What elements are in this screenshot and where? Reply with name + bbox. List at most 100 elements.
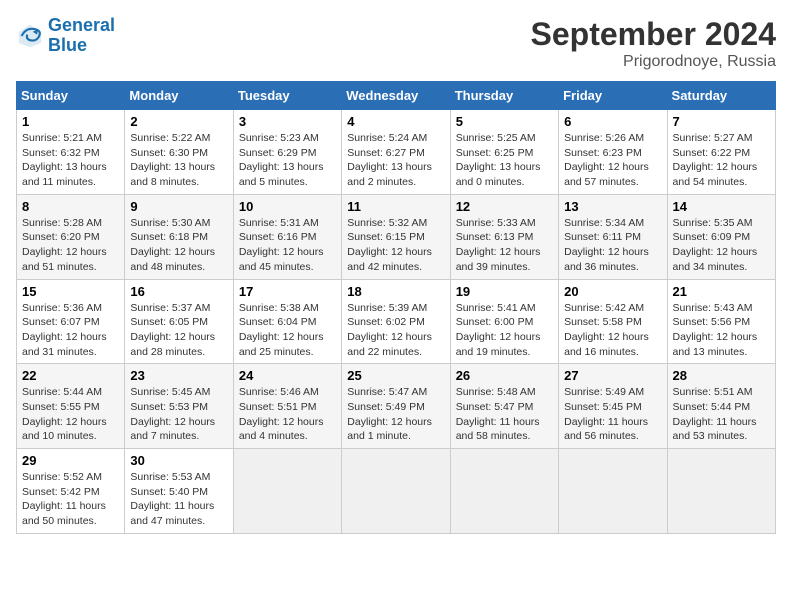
logo: General Blue (16, 16, 115, 56)
day-cell: 14Sunrise: 5:35 AM Sunset: 6:09 PM Dayli… (667, 194, 775, 279)
day-detail: Sunrise: 5:27 AM Sunset: 6:22 PM Dayligh… (673, 131, 770, 190)
day-cell: 30 Sunrise: 5:53 AM Sunset: 5:40 PM Dayli… (125, 449, 233, 534)
day-detail: Sunrise: 5:31 AM Sunset: 6:16 PM Dayligh… (239, 216, 336, 275)
logo-icon (16, 22, 44, 50)
day-number: 2 (130, 114, 227, 129)
day-detail: Sunrise: 5:26 AM Sunset: 6:23 PM Dayligh… (564, 131, 661, 190)
day-number: 21 (673, 284, 770, 299)
day-number: 20 (564, 284, 661, 299)
day-cell: 1 Sunrise: 5:21 AM Sunset: 6:32 PM Daylig… (17, 110, 125, 195)
header-cell-tuesday: Tuesday (233, 82, 341, 110)
day-cell: 28 Sunrise: 5:51 AM Sunset: 5:44 PM Dayli… (667, 364, 775, 449)
logo-text: General Blue (48, 16, 115, 56)
day-detail: Sunrise: 5:47 AM Sunset: 5:49 PM Dayligh… (347, 385, 444, 444)
week-row-1: 1 Sunrise: 5:21 AM Sunset: 6:32 PM Daylig… (17, 110, 776, 195)
day-cell (450, 449, 558, 534)
header-cell-friday: Friday (559, 82, 667, 110)
day-number: 12 (456, 199, 553, 214)
day-detail: Sunrise: 5:51 AM Sunset: 5:44 PM Dayligh… (673, 385, 770, 444)
day-number: 10 (239, 199, 336, 214)
day-detail: Sunrise: 5:28 AM Sunset: 6:20 PM Dayligh… (22, 216, 119, 275)
day-number: 27 (564, 368, 661, 383)
day-detail: Sunrise: 5:52 AM Sunset: 5:42 PM Dayligh… (22, 470, 119, 529)
day-cell: 29 Sunrise: 5:52 AM Sunset: 5:42 PM Dayli… (17, 449, 125, 534)
day-cell: 13Sunrise: 5:34 AM Sunset: 6:11 PM Dayli… (559, 194, 667, 279)
day-detail: Sunrise: 5:36 AM Sunset: 6:07 PM Dayligh… (22, 301, 119, 360)
day-detail: Sunrise: 5:24 AM Sunset: 6:27 PM Dayligh… (347, 131, 444, 190)
day-number: 28 (673, 368, 770, 383)
week-row-3: 15 Sunrise: 5:36 AM Sunset: 6:07 PM Dayli… (17, 279, 776, 364)
day-cell: 27 Sunrise: 5:49 AM Sunset: 5:45 PM Dayli… (559, 364, 667, 449)
day-detail: Sunrise: 5:41 AM Sunset: 6:00 PM Dayligh… (456, 301, 553, 360)
week-row-2: 8 Sunrise: 5:28 AM Sunset: 6:20 PM Daylig… (17, 194, 776, 279)
day-cell: 10 Sunrise: 5:31 AM Sunset: 6:16 PM Dayli… (233, 194, 341, 279)
day-number: 19 (456, 284, 553, 299)
day-cell (559, 449, 667, 534)
logo-line1: General (48, 15, 115, 35)
page-header: General Blue September 2024 Prigorodnoye… (16, 16, 776, 71)
day-detail: Sunrise: 5:30 AM Sunset: 6:18 PM Dayligh… (130, 216, 227, 275)
day-detail: Sunrise: 5:25 AM Sunset: 6:25 PM Dayligh… (456, 131, 553, 190)
day-detail: Sunrise: 5:53 AM Sunset: 5:40 PM Dayligh… (130, 470, 227, 529)
header-cell-wednesday: Wednesday (342, 82, 450, 110)
day-cell: 24Sunrise: 5:46 AM Sunset: 5:51 PM Dayli… (233, 364, 341, 449)
day-cell: 26 Sunrise: 5:48 AM Sunset: 5:47 PM Dayli… (450, 364, 558, 449)
day-cell: 3 Sunrise: 5:23 AM Sunset: 6:29 PM Daylig… (233, 110, 341, 195)
week-row-5: 29 Sunrise: 5:52 AM Sunset: 5:42 PM Dayli… (17, 449, 776, 534)
day-detail: Sunrise: 5:49 AM Sunset: 5:45 PM Dayligh… (564, 385, 661, 444)
day-number: 1 (22, 114, 119, 129)
day-detail: Sunrise: 5:44 AM Sunset: 5:55 PM Dayligh… (22, 385, 119, 444)
day-number: 23 (130, 368, 227, 383)
day-cell: 21Sunrise: 5:43 AM Sunset: 5:56 PM Dayli… (667, 279, 775, 364)
day-number: 18 (347, 284, 444, 299)
day-number: 3 (239, 114, 336, 129)
day-detail: Sunrise: 5:46 AM Sunset: 5:51 PM Dayligh… (239, 385, 336, 444)
day-number: 4 (347, 114, 444, 129)
day-detail: Sunrise: 5:32 AM Sunset: 6:15 PM Dayligh… (347, 216, 444, 275)
day-cell: 5 Sunrise: 5:25 AM Sunset: 6:25 PM Daylig… (450, 110, 558, 195)
day-number: 22 (22, 368, 119, 383)
day-number: 29 (22, 453, 119, 468)
day-number: 8 (22, 199, 119, 214)
header-cell-thursday: Thursday (450, 82, 558, 110)
day-number: 9 (130, 199, 227, 214)
day-number: 15 (22, 284, 119, 299)
day-detail: Sunrise: 5:37 AM Sunset: 6:05 PM Dayligh… (130, 301, 227, 360)
day-cell: 15 Sunrise: 5:36 AM Sunset: 6:07 PM Dayli… (17, 279, 125, 364)
day-number: 6 (564, 114, 661, 129)
title-block: September 2024 Prigorodnoye, Russia (531, 16, 776, 71)
day-number: 16 (130, 284, 227, 299)
day-cell: 4 Sunrise: 5:24 AM Sunset: 6:27 PM Daylig… (342, 110, 450, 195)
day-detail: Sunrise: 5:35 AM Sunset: 6:09 PM Dayligh… (673, 216, 770, 275)
day-cell: 25 Sunrise: 5:47 AM Sunset: 5:49 PM Dayli… (342, 364, 450, 449)
day-cell (342, 449, 450, 534)
logo-line2: Blue (48, 35, 87, 55)
day-number: 11 (347, 199, 444, 214)
day-number: 5 (456, 114, 553, 129)
day-cell: 2 Sunrise: 5:22 AM Sunset: 6:30 PM Daylig… (125, 110, 233, 195)
day-cell: 20Sunrise: 5:42 AM Sunset: 5:58 PM Dayli… (559, 279, 667, 364)
day-cell: 9 Sunrise: 5:30 AM Sunset: 6:18 PM Daylig… (125, 194, 233, 279)
day-cell: 17 Sunrise: 5:38 AM Sunset: 6:04 PM Dayli… (233, 279, 341, 364)
day-detail: Sunrise: 5:48 AM Sunset: 5:47 PM Dayligh… (456, 385, 553, 444)
day-detail: Sunrise: 5:38 AM Sunset: 6:04 PM Dayligh… (239, 301, 336, 360)
day-number: 25 (347, 368, 444, 383)
day-cell: 11 Sunrise: 5:32 AM Sunset: 6:15 PM Dayli… (342, 194, 450, 279)
header-cell-saturday: Saturday (667, 82, 775, 110)
day-cell: 23 Sunrise: 5:45 AM Sunset: 5:53 PM Dayli… (125, 364, 233, 449)
day-cell (667, 449, 775, 534)
day-cell: 19 Sunrise: 5:41 AM Sunset: 6:00 PM Dayli… (450, 279, 558, 364)
day-cell: 6 Sunrise: 5:26 AM Sunset: 6:23 PM Daylig… (559, 110, 667, 195)
day-cell: 22 Sunrise: 5:44 AM Sunset: 5:55 PM Dayli… (17, 364, 125, 449)
day-cell: 18Sunrise: 5:39 AM Sunset: 6:02 PM Dayli… (342, 279, 450, 364)
day-number: 17 (239, 284, 336, 299)
day-detail: Sunrise: 5:23 AM Sunset: 6:29 PM Dayligh… (239, 131, 336, 190)
day-number: 30 (130, 453, 227, 468)
day-number: 26 (456, 368, 553, 383)
day-detail: Sunrise: 5:22 AM Sunset: 6:30 PM Dayligh… (130, 131, 227, 190)
location-title: Prigorodnoye, Russia (531, 53, 776, 71)
day-detail: Sunrise: 5:45 AM Sunset: 5:53 PM Dayligh… (130, 385, 227, 444)
day-detail: Sunrise: 5:21 AM Sunset: 6:32 PM Dayligh… (22, 131, 119, 190)
week-row-4: 22 Sunrise: 5:44 AM Sunset: 5:55 PM Dayli… (17, 364, 776, 449)
day-cell: 7Sunrise: 5:27 AM Sunset: 6:22 PM Daylig… (667, 110, 775, 195)
